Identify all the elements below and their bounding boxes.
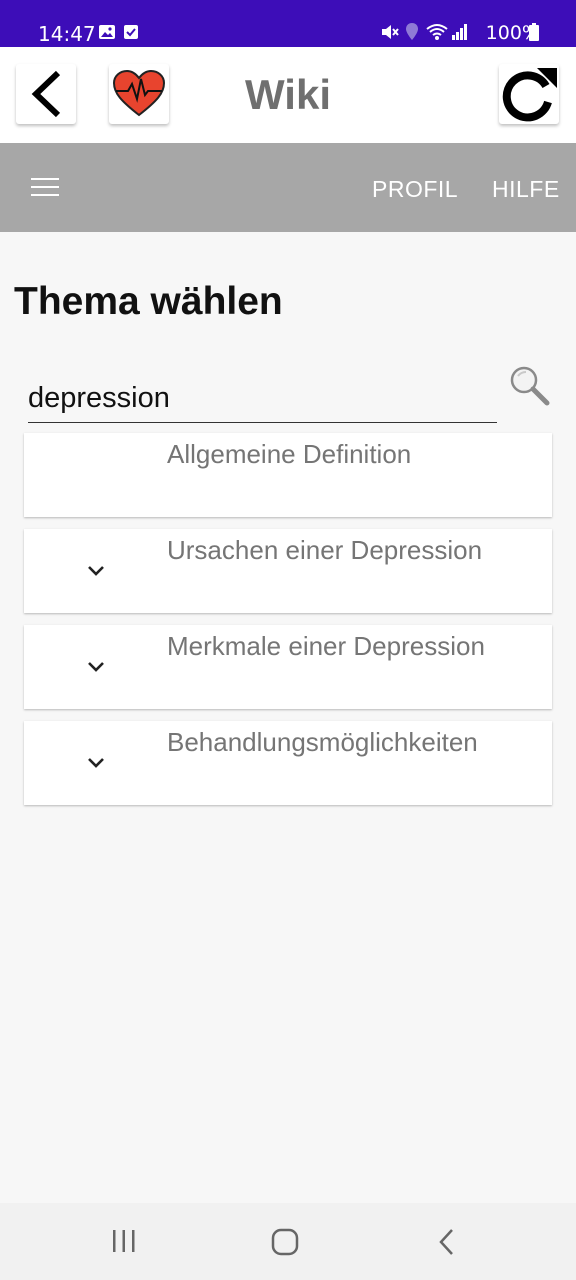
topic-card-merkmale[interactable]: Merkmale einer Depression xyxy=(24,625,552,709)
topic-label: Behandlungsmöglichkeiten xyxy=(167,727,478,757)
search-input[interactable] xyxy=(28,374,497,422)
chevron-down-icon[interactable] xyxy=(86,660,106,674)
app-bar: Wiki xyxy=(0,47,576,143)
mute-icon xyxy=(380,22,400,47)
top-toolbar: PROFIL HILFE xyxy=(0,143,576,232)
chevron-down-icon[interactable] xyxy=(86,756,106,770)
section-heading: Thema wählen xyxy=(14,280,283,323)
image-icon xyxy=(98,22,116,46)
topic-card-definition[interactable]: Allgemeine Definition xyxy=(24,433,552,517)
checkbox-icon xyxy=(123,22,139,46)
system-back-icon[interactable] xyxy=(436,1227,458,1262)
chevron-down-icon[interactable] xyxy=(86,564,106,578)
page-title: Wiki xyxy=(245,71,331,118)
wifi-icon xyxy=(425,22,449,47)
topic-card-ursachen[interactable]: Ursachen einer Depression xyxy=(24,529,552,613)
topic-label: Ursachen einer Depression xyxy=(167,535,483,565)
topic-card-behandlung[interactable]: Behandlungsmöglichkeiten xyxy=(24,721,552,805)
status-bar: 14:47 100% xyxy=(0,0,576,47)
home-icon[interactable] xyxy=(270,1227,300,1262)
refresh-button[interactable] xyxy=(499,64,559,124)
refresh-icon xyxy=(502,68,557,122)
profil-link[interactable]: PROFIL xyxy=(372,176,458,203)
topic-label: Allgemeine Definition xyxy=(167,439,412,469)
hilfe-link[interactable]: HILFE xyxy=(492,176,560,203)
battery-icon xyxy=(528,22,540,47)
location-icon xyxy=(405,22,419,47)
topic-label: Merkmale einer Depression xyxy=(167,631,485,661)
search-icon[interactable] xyxy=(508,364,552,408)
system-nav-bar xyxy=(0,1203,576,1280)
signal-icon xyxy=(451,22,469,47)
search-field xyxy=(28,374,497,423)
hamburger-menu-icon[interactable] xyxy=(31,178,59,198)
status-time: 14:47 xyxy=(38,22,96,46)
recent-apps-icon[interactable] xyxy=(110,1227,138,1260)
